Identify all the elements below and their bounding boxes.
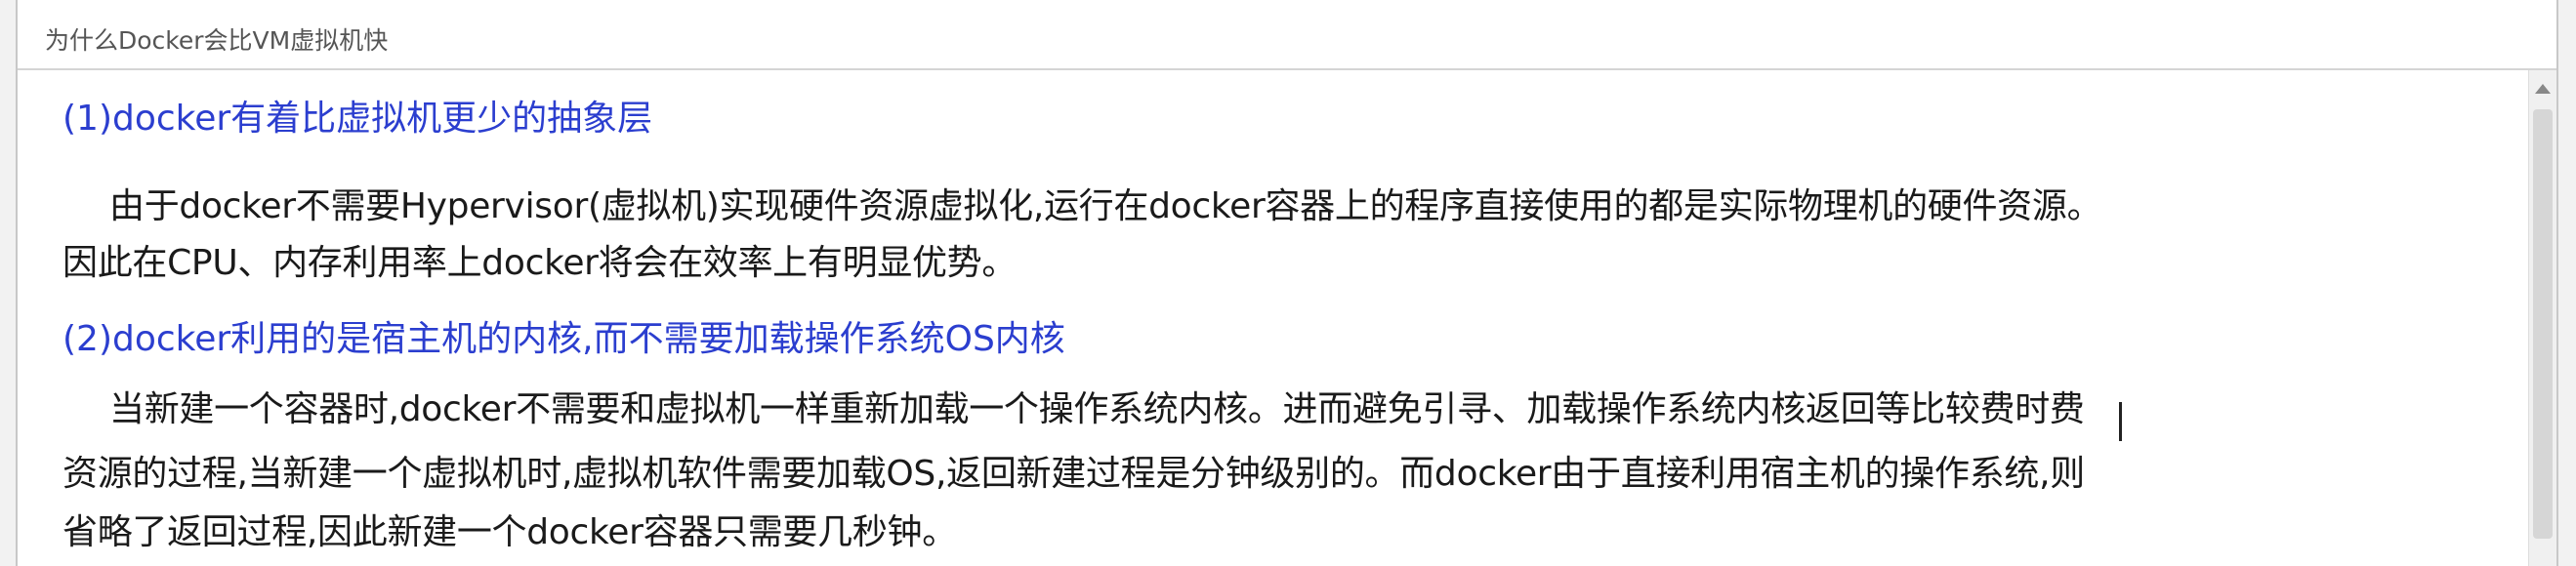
section-2-line-2: 资源的过程,当新建一个虚拟机时,虚拟机软件需要加载OS,返回新建过程是分钟级别的… xyxy=(62,454,2085,494)
scroll-thumb[interactable] xyxy=(2533,109,2553,539)
section-1-line-1: 由于docker不需要Hypervisor(虚拟机)实现硬件资源虚拟化,运行在d… xyxy=(109,186,2102,226)
title-bar: 为什么Docker会比VM虚拟机快 xyxy=(18,0,2556,70)
document-content[interactable]: (1)docker有着比虚拟机更少的抽象层 由于docker不需要Hypervi… xyxy=(47,70,2498,566)
section-2-line-3: 省略了返回过程,因此新建一个docker容器只需要几秒钟。 xyxy=(62,512,957,552)
scroll-up-arrow-icon[interactable] xyxy=(2535,84,2551,94)
section-2-line-1: 当新建一个容器时,docker不需要和虚拟机一样重新加载一个操作系统内核。进而避… xyxy=(109,389,2085,429)
document-window: 为什么Docker会比VM虚拟机快 (1)docker有着比虚拟机更少的抽象层 … xyxy=(16,0,2558,566)
section-2-heading: (2)docker利用的是宿主机的内核,而不需要加载操作系统OS内核 xyxy=(62,319,1065,359)
text-caret xyxy=(2119,402,2122,441)
section-1-line-2: 因此在CPU、内存利用率上docker将会在效率上有明显优势。 xyxy=(62,243,1018,283)
section-1-heading: (1)docker有着比虚拟机更少的抽象层 xyxy=(62,99,653,139)
vertical-scrollbar[interactable] xyxy=(2528,70,2556,566)
window-title: 为什么Docker会比VM虚拟机快 xyxy=(45,26,389,55)
